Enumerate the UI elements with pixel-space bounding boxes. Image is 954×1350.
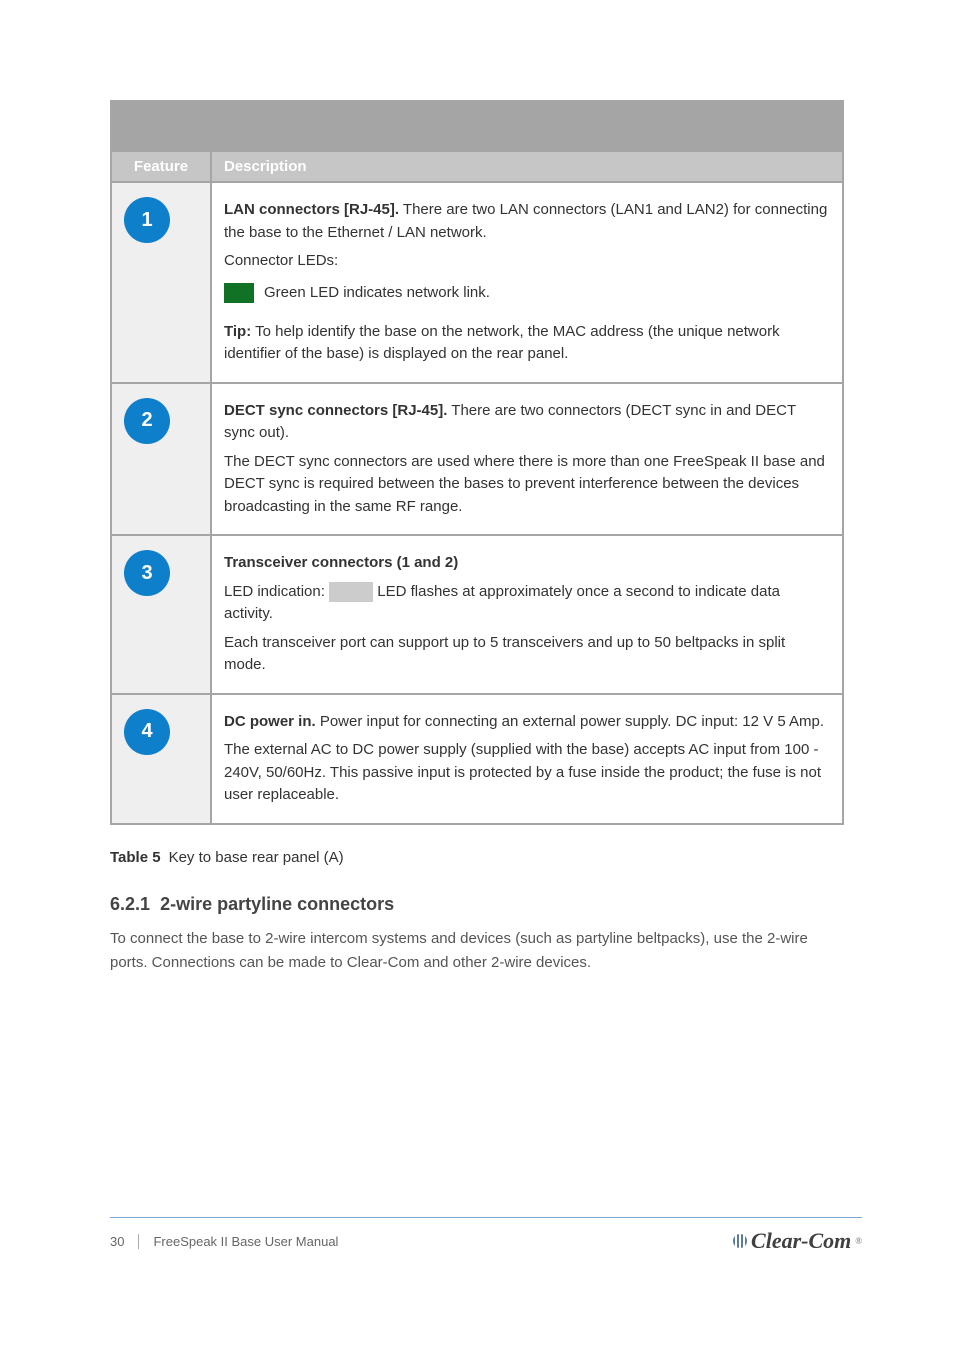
doc-title: FreeSpeak II Base User Manual bbox=[139, 1234, 733, 1249]
brand-logo: Clear-Com® bbox=[733, 1228, 862, 1254]
caption-label: Table 5 bbox=[110, 849, 161, 866]
row-description: DC power in. Power input for connecting … bbox=[224, 711, 830, 734]
led-text: Green LED indicates network link. bbox=[264, 284, 490, 301]
row-title: Transceiver connectors (1 and 2) bbox=[224, 552, 830, 575]
row-description-secondary: Each transceiver port can support up to … bbox=[224, 632, 830, 677]
col-header-feature: Feature bbox=[111, 151, 211, 182]
feature-number-badge: 3 bbox=[124, 550, 170, 596]
tip-text: Tip: To help identify the base on the ne… bbox=[224, 321, 830, 366]
row-description-secondary: The DECT sync connectors are used where … bbox=[224, 451, 830, 519]
subsection-heading: 6.2.1 2-wire partyline connectors bbox=[110, 894, 844, 915]
subsection-2wire: 6.2.1 2-wire partyline connectors To con… bbox=[110, 894, 844, 975]
page-footer: 30 FreeSpeak II Base User Manual Clear-C… bbox=[110, 1217, 862, 1254]
led-intro: Connector LEDs: bbox=[224, 250, 830, 273]
caption-text: Key to base rear panel (A) bbox=[169, 849, 344, 866]
row-description: DECT sync connectors [RJ-45]. There are … bbox=[224, 400, 830, 445]
table-row: 3 Transceiver connectors (1 and 2) LED i… bbox=[111, 535, 843, 694]
rear-panel-table: Feature Description 1 LAN connectors [RJ… bbox=[110, 100, 844, 825]
table-caption: Table 5 Key to base rear panel (A) bbox=[110, 849, 844, 866]
green-led-swatch bbox=[224, 283, 254, 303]
grey-led-swatch bbox=[329, 582, 373, 602]
row-description: LAN connectors [RJ-45]. There are two LA… bbox=[224, 199, 830, 244]
led-indicator-line: Green LED indicates network link. bbox=[224, 283, 830, 303]
feature-number-badge: 2 bbox=[124, 398, 170, 444]
col-header-description: Description bbox=[211, 151, 843, 182]
subsection-body: To connect the base to 2-wire intercom s… bbox=[110, 927, 844, 975]
feature-number-badge: 1 bbox=[124, 197, 170, 243]
row-description-secondary: The external AC to DC power supply (supp… bbox=[224, 739, 830, 807]
feature-number-badge: 4 bbox=[124, 709, 170, 755]
page-number: 30 bbox=[110, 1234, 139, 1249]
table-header-band bbox=[111, 101, 843, 151]
table-row: 2 DECT sync connectors [RJ-45]. There ar… bbox=[111, 383, 843, 536]
logo-icon bbox=[733, 1234, 747, 1248]
table-row: 1 LAN connectors [RJ-45]. There are two … bbox=[111, 182, 843, 383]
table-row: 4 DC power in. Power input for connectin… bbox=[111, 694, 843, 824]
led-indication-line: LED indication: LED flashes at approxima… bbox=[224, 581, 830, 626]
